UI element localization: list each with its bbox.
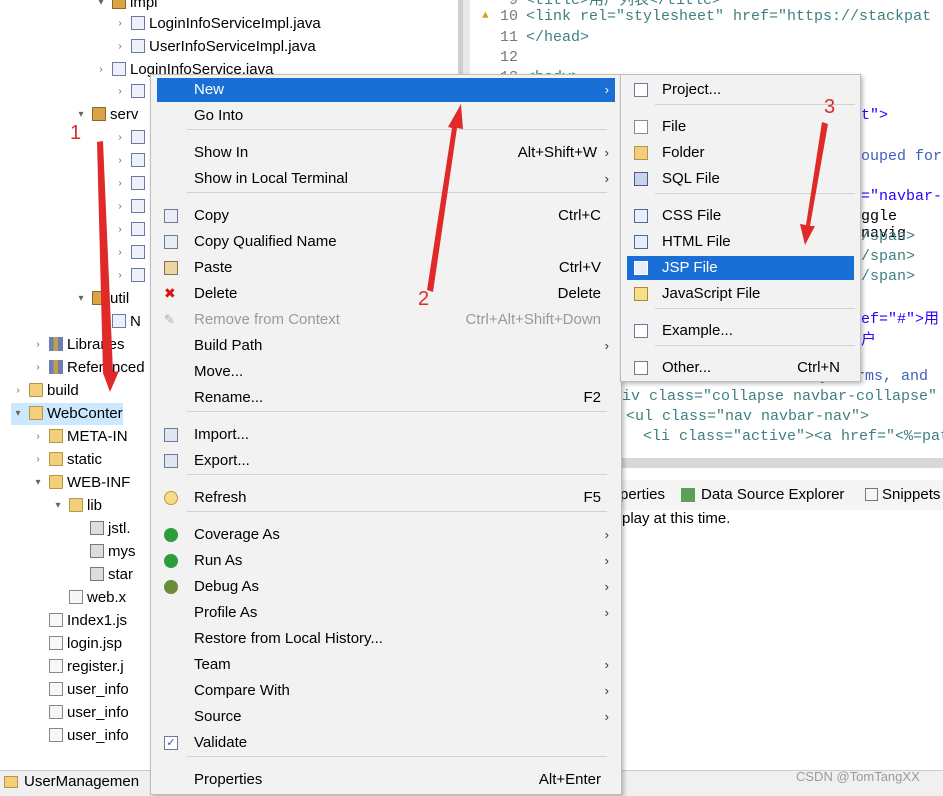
watermark: CSDN @TomTangXX [796, 769, 920, 784]
annotation-arrow-2 [427, 104, 463, 292]
annotation-arrow-3 [800, 122, 828, 245]
annotation-label-3: 3 [824, 96, 836, 118]
annotation-label-2: 2 [418, 288, 430, 310]
annotation-arrow-1 [97, 141, 119, 392]
annotation-arrows [97, 104, 828, 392]
annotation-label-1: 1 [70, 122, 82, 144]
